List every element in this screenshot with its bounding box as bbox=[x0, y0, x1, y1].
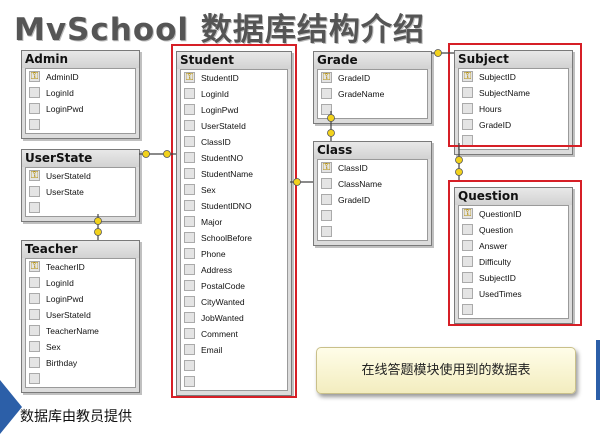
key-end-icon bbox=[94, 217, 102, 225]
key-end-icon bbox=[434, 49, 442, 57]
infinity-end-icon bbox=[163, 150, 171, 158]
decor-triangle bbox=[0, 380, 22, 434]
infinity-end-icon bbox=[327, 129, 335, 137]
infinity-end-icon bbox=[94, 228, 102, 236]
infinity-end-icon bbox=[293, 178, 301, 186]
decor-bar bbox=[596, 340, 600, 400]
infinity-end-icon bbox=[455, 168, 463, 176]
key-end-icon bbox=[455, 156, 463, 164]
module-note: 在线答题模块使用到的数据表 bbox=[316, 347, 576, 394]
footer-text: 数据库由教员提供 bbox=[20, 409, 132, 425]
key-end-icon bbox=[142, 150, 150, 158]
key-end-icon bbox=[327, 114, 335, 122]
